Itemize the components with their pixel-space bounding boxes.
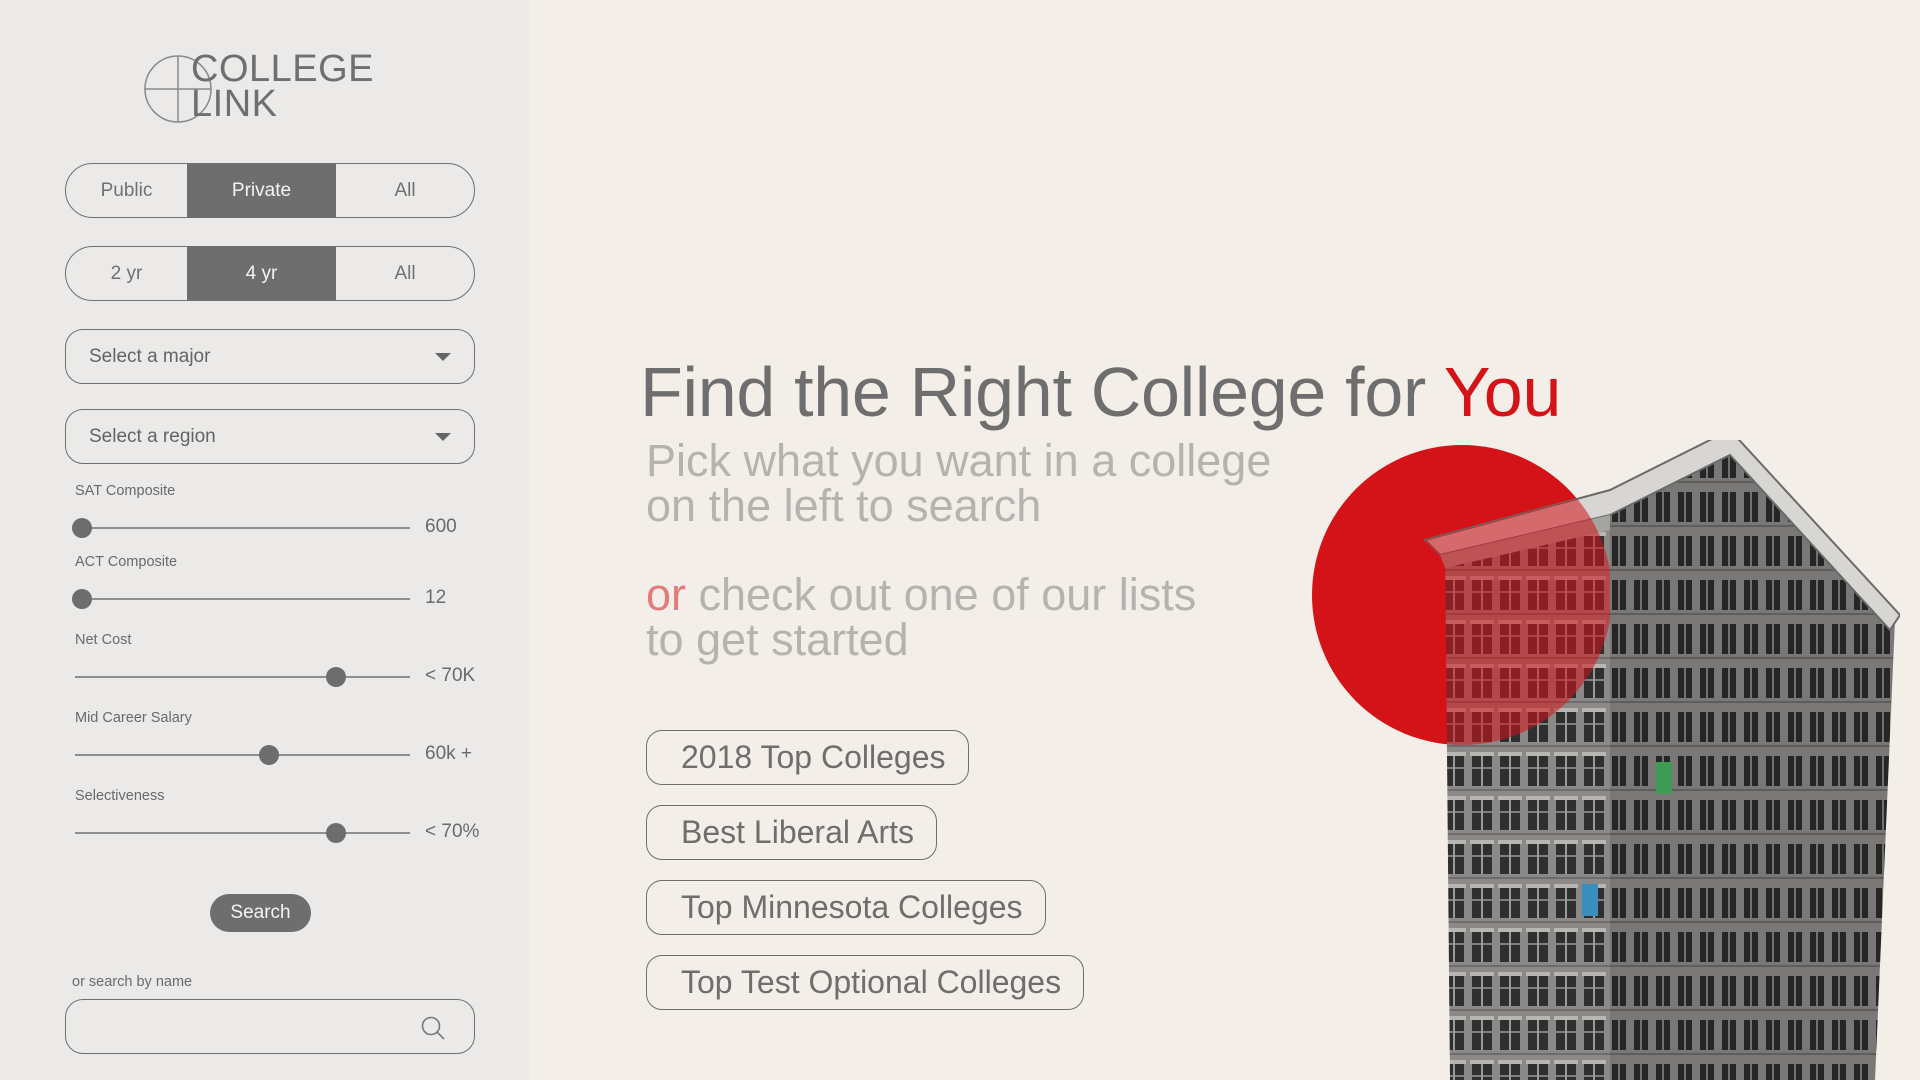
net-cost-slider-label: Net Cost <box>75 632 132 648</box>
sat-slider[interactable] <box>71 518 410 538</box>
logo-line-1: COLLEGE <box>191 48 375 90</box>
salary-slider-label: Mid Career Salary <box>75 710 192 726</box>
building-icon <box>1423 440 1900 1080</box>
list-minnesota-button[interactable]: Top Minnesota Colleges <box>646 880 1046 935</box>
selectiveness-slider-value: < 70% <box>425 821 480 842</box>
name-search-label: or search by name <box>72 974 193 990</box>
act-slider-handle[interactable] <box>71 589 92 609</box>
sidebar: COLLEGE LINK Public Private All 2 yr 4 y… <box>0 0 530 1080</box>
ownership-all-button[interactable]: All <box>336 164 474 217</box>
hero-subtitle-lists: or check out one of our lists to get sta… <box>646 572 1196 662</box>
length-all-button[interactable]: All <box>336 247 474 300</box>
subtitle-search-line-1: Pick what you want in a college <box>646 435 1272 486</box>
hero-headline-accent: You <box>1443 353 1562 431</box>
subtitle-lists-line-1: or check out one of our lists <box>646 572 1196 617</box>
ownership-private-button[interactable]: Private <box>187 164 336 217</box>
region-select[interactable]: Select a region <box>65 409 475 464</box>
salary-slider[interactable] <box>75 745 410 765</box>
logo[interactable]: COLLEGE LINK <box>143 48 383 126</box>
net-cost-slider[interactable] <box>75 667 410 687</box>
selectiveness-slider-label: Selectiveness <box>75 788 165 804</box>
name-search-input[interactable] <box>65 999 475 1054</box>
major-select[interactable]: Select a major <box>65 329 475 384</box>
list-top-colleges-button[interactable]: 2018 Top Colleges <box>646 730 969 785</box>
salary-slider-handle[interactable] <box>259 745 280 765</box>
ownership-public-button[interactable]: Public <box>66 164 187 217</box>
hero-headline-text: Find the Right College for <box>640 353 1444 431</box>
chevron-down-icon <box>435 353 451 361</box>
length-4yr-button[interactable]: 4 yr <box>187 247 336 300</box>
sat-slider-label: SAT Composite <box>75 483 176 499</box>
subtitle-or: or <box>646 569 687 620</box>
act-slider-value: 12 <box>425 587 447 608</box>
length-2yr-button[interactable]: 2 yr <box>66 247 187 300</box>
subtitle-search-line-2: on the left to search <box>646 480 1042 531</box>
hero-headline: Find the Right College for You <box>640 352 1561 432</box>
list-test-optional-button[interactable]: Top Test Optional Colleges <box>646 955 1085 1010</box>
program-length-toggle: 2 yr 4 yr All <box>65 246 475 301</box>
salary-slider-value: 60k + <box>425 743 473 764</box>
region-select-placeholder: Select a region <box>89 425 216 447</box>
selectiveness-slider[interactable] <box>75 823 410 843</box>
net-cost-slider-handle[interactable] <box>326 667 347 687</box>
list-liberal-arts-button[interactable]: Best Liberal Arts <box>646 805 937 860</box>
selectiveness-slider-handle[interactable] <box>326 823 347 843</box>
major-select-placeholder: Select a major <box>89 345 211 367</box>
net-cost-slider-value: < 70K <box>425 665 476 686</box>
act-slider-label: ACT Composite <box>75 554 178 570</box>
hero-subtitle-search: Pick what you want in a college on the l… <box>646 438 1271 528</box>
sat-slider-handle[interactable] <box>71 518 92 538</box>
subtitle-lists-line-2: to get started <box>646 614 909 665</box>
search-button[interactable]: Search <box>210 894 311 932</box>
sat-slider-value: 600 <box>425 516 457 537</box>
chevron-down-icon <box>435 433 451 441</box>
hero-illustration <box>1312 440 1900 1080</box>
subtitle-lists-line-1-text: check out one of our lists <box>686 569 1197 620</box>
search-icon[interactable] <box>420 1015 446 1041</box>
act-slider[interactable] <box>71 589 410 609</box>
ownership-toggle: Public Private All <box>65 163 475 218</box>
logo-line-2: LINK <box>191 83 278 125</box>
